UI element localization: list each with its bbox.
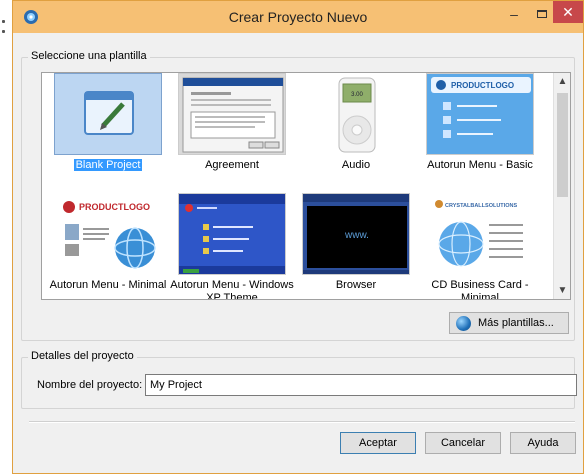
product-logo-text: PRODUCTLOGO xyxy=(451,81,514,90)
template-label: Audio xyxy=(341,159,371,171)
product-logo-text: PRODUCTLOGO xyxy=(79,202,150,212)
title-bar[interactable]: Crear Proyecto Nuevo – ✕ xyxy=(13,1,583,33)
templates-group-label: Seleccione una plantilla xyxy=(28,50,150,62)
template-thumbnail xyxy=(54,73,162,155)
edge-mark xyxy=(2,20,5,23)
template-thumbnail xyxy=(178,73,286,155)
divider xyxy=(29,421,575,423)
help-button[interactable]: Ayuda xyxy=(510,432,576,454)
cancel-button[interactable]: Cancelar xyxy=(425,432,501,454)
template-label: CD Business Card - Minimal xyxy=(431,279,529,300)
template-thumbnail: CRYSTALBALLSOLUTIONS xyxy=(426,193,534,275)
edge-mark xyxy=(2,30,5,33)
template-thumbnail: www. xyxy=(302,193,410,275)
maximize-icon xyxy=(537,10,547,18)
globe-icon xyxy=(456,316,471,331)
scroll-up-icon[interactable]: ▲ xyxy=(554,73,570,90)
template-thumbnail: PRODUCTLOGO xyxy=(426,73,534,155)
template-scrollbar[interactable]: ▲ ▼ xyxy=(553,73,570,299)
cd-business-card-thumbnail-icon: CRYSTALBALLSOLUTIONS xyxy=(435,200,523,267)
template-label: Autorun Menu - Basic xyxy=(427,159,533,171)
project-name-input[interactable] xyxy=(145,374,577,396)
window-title: Crear Proyecto Nuevo xyxy=(228,9,368,25)
template-list[interactable]: Blank Project Agreement 3.00 Audio PRODU… xyxy=(41,72,571,300)
details-group-label: Detalles del proyecto xyxy=(28,350,137,362)
template-label: Blank Project xyxy=(73,159,143,171)
autorun-basic-thumbnail-icon: PRODUCTLOGO xyxy=(427,74,533,154)
crystal-logo-text: CRYSTALBALLSOLUTIONS xyxy=(445,203,517,209)
audio-player-icon: 3.00 xyxy=(338,77,376,153)
maximize-button[interactable] xyxy=(529,5,555,25)
background-edge xyxy=(0,0,12,474)
template-label: Browser xyxy=(335,279,377,291)
template-label: Agreement xyxy=(205,159,259,171)
template-thumbnail xyxy=(178,193,286,275)
template-thumbnail: PRODUCTLOGO xyxy=(54,193,162,275)
agreement-thumbnail-icon xyxy=(179,74,285,154)
autorun-minimal-thumbnail-icon: PRODUCTLOGO xyxy=(63,201,156,269)
template-thumbnail: 3.00 xyxy=(302,73,410,155)
project-name-label: Nombre del proyecto: xyxy=(37,379,143,391)
minimize-button[interactable]: – xyxy=(501,5,527,25)
ok-button[interactable]: Aceptar xyxy=(340,432,416,454)
blank-project-icon xyxy=(55,74,161,154)
scroll-down-icon[interactable]: ▼ xyxy=(554,282,570,299)
browser-screen-text: www. xyxy=(344,230,369,241)
browser-thumbnail-icon: www. xyxy=(303,194,409,274)
template-label: Autorun Menu - Windows XP Theme xyxy=(170,279,294,300)
more-templates-button[interactable]: Más plantillas... xyxy=(449,312,569,334)
more-templates-label: Más plantillas... xyxy=(478,317,554,329)
scroll-thumb[interactable] xyxy=(557,93,568,197)
close-button[interactable]: ✕ xyxy=(553,1,583,23)
template-label: Autorun Menu - Minimal xyxy=(49,279,167,291)
dialog-window: Crear Proyecto Nuevo – ✕ Seleccione una … xyxy=(12,0,584,474)
autorun-xp-thumbnail-icon xyxy=(179,194,285,274)
audio-screen-text: 3.00 xyxy=(351,92,363,98)
